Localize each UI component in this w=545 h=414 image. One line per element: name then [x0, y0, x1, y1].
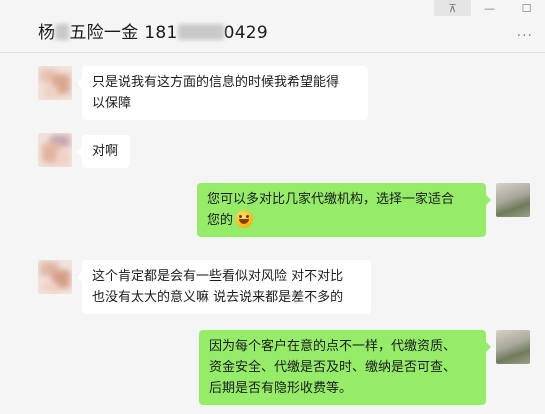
user-avatar[interactable] — [496, 183, 530, 217]
message-line: 您可以多对比几家代缴机构，选择一家适合 — [207, 192, 455, 207]
pin-icon[interactable]: ⊼ — [434, 0, 471, 16]
grin-emoji-icon — [235, 210, 254, 228]
message-line: 这个肯定都是会有一些看似对风险 对不对比 — [92, 269, 344, 284]
message-line: 资金安全、代缴是否及时、缴纳是否可查、 — [209, 360, 457, 375]
redaction-mask — [177, 24, 224, 40]
user-avatar[interactable] — [496, 330, 530, 364]
message-line: 对啊 — [92, 144, 119, 159]
message-bubble-outgoing[interactable]: 因为每个客户在意的点不一样，代缴资质、 资金安全、代缴是否及时、缴纳是否可查、 … — [199, 330, 491, 405]
contact-avatar[interactable] — [38, 133, 72, 167]
message-line: 以保障 — [92, 96, 132, 111]
message-line: 您的 — [207, 210, 476, 231]
contact-avatar[interactable] — [38, 66, 72, 100]
chat-title-suffix: 0429 — [223, 23, 269, 43]
more-options-icon[interactable]: ··· — [517, 28, 533, 44]
message-bubble-incoming[interactable]: 只是说我有这方面的信息的时候我希望能得 以保障 — [77, 66, 368, 120]
redaction-mask — [55, 24, 70, 40]
chat-title-prefix: 杨 — [38, 23, 56, 43]
message-line: 因为每个客户在意的点不一样，代缴资质、 — [209, 339, 457, 354]
message-line: 只是说我有这方面的信息的时候我希望能得 — [92, 75, 340, 90]
minimize-icon[interactable]: — — [471, 0, 508, 16]
contact-avatar[interactable] — [38, 260, 72, 294]
message-line: 后期是否有隐形收费等。 — [209, 381, 353, 396]
window-controls: ⊼ — ☐ — [434, 0, 545, 16]
chat-title: 杨五险一金 181 0429 — [38, 18, 268, 43]
maximize-icon[interactable]: ☐ — [508, 0, 545, 16]
message-line: 也没有太大的意义嘛 说去说来都是差不多的 — [92, 290, 344, 305]
message-bubble-incoming[interactable]: 对啊 — [77, 135, 130, 168]
chat-title-middle: 五险一金 181 — [69, 23, 178, 43]
message-bubble-incoming[interactable]: 这个肯定都是会有一些看似对风险 对不对比 也没有太大的意义嘛 说去说来都是差不多… — [77, 260, 371, 314]
message-bubble-outgoing[interactable]: 您可以多对比几家代缴机构，选择一家适合 您的 — [197, 183, 491, 237]
